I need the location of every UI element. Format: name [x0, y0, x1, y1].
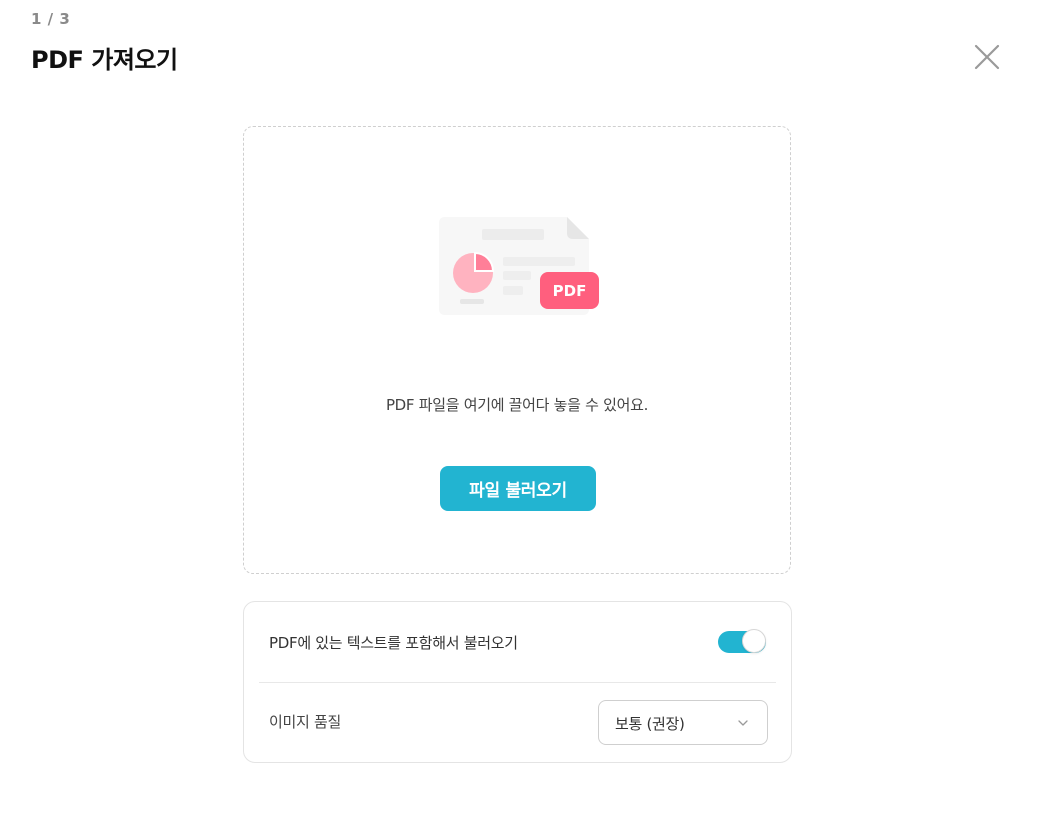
include-text-label: PDF에 있는 텍스트를 포함해서 불러오기 — [269, 634, 518, 652]
divider — [259, 682, 776, 683]
drop-instruction: PDF 파일을 여기에 끌어다 놓을 수 있어요. — [385, 396, 649, 414]
import-options-panel: PDF에 있는 텍스트를 포함해서 불러오기 이미지 품질 보통 (권장) — [243, 601, 792, 763]
pdf-drop-zone[interactable]: PDF PDF 파일을 여기에 끌어다 놓을 수 있어요. 파일 불러오기 — [243, 126, 791, 574]
chevron-down-icon — [738, 720, 748, 726]
include-text-toggle[interactable] — [718, 629, 768, 654]
image-quality-value: 보통 (권장) — [615, 715, 685, 733]
image-quality-select[interactable]: 보통 (권장) — [598, 700, 768, 745]
step-indicator: 1 / 3 — [31, 10, 71, 28]
pdf-import-dialog: 1 / 3 PDF 가져오기 PDF PDF 파일을 여기에 끌어다 놓을 수 … — [0, 0, 1039, 824]
load-file-button[interactable]: 파일 불러오기 — [440, 466, 596, 511]
toggle-knob — [742, 629, 766, 653]
pdf-badge-label: PDF — [553, 282, 587, 300]
pdf-document-illustration: PDF — [439, 217, 599, 315]
dialog-title: PDF 가져오기 — [31, 46, 178, 74]
image-quality-label: 이미지 품질 — [269, 713, 341, 731]
close-icon — [974, 44, 1000, 70]
close-button[interactable] — [970, 40, 1004, 74]
